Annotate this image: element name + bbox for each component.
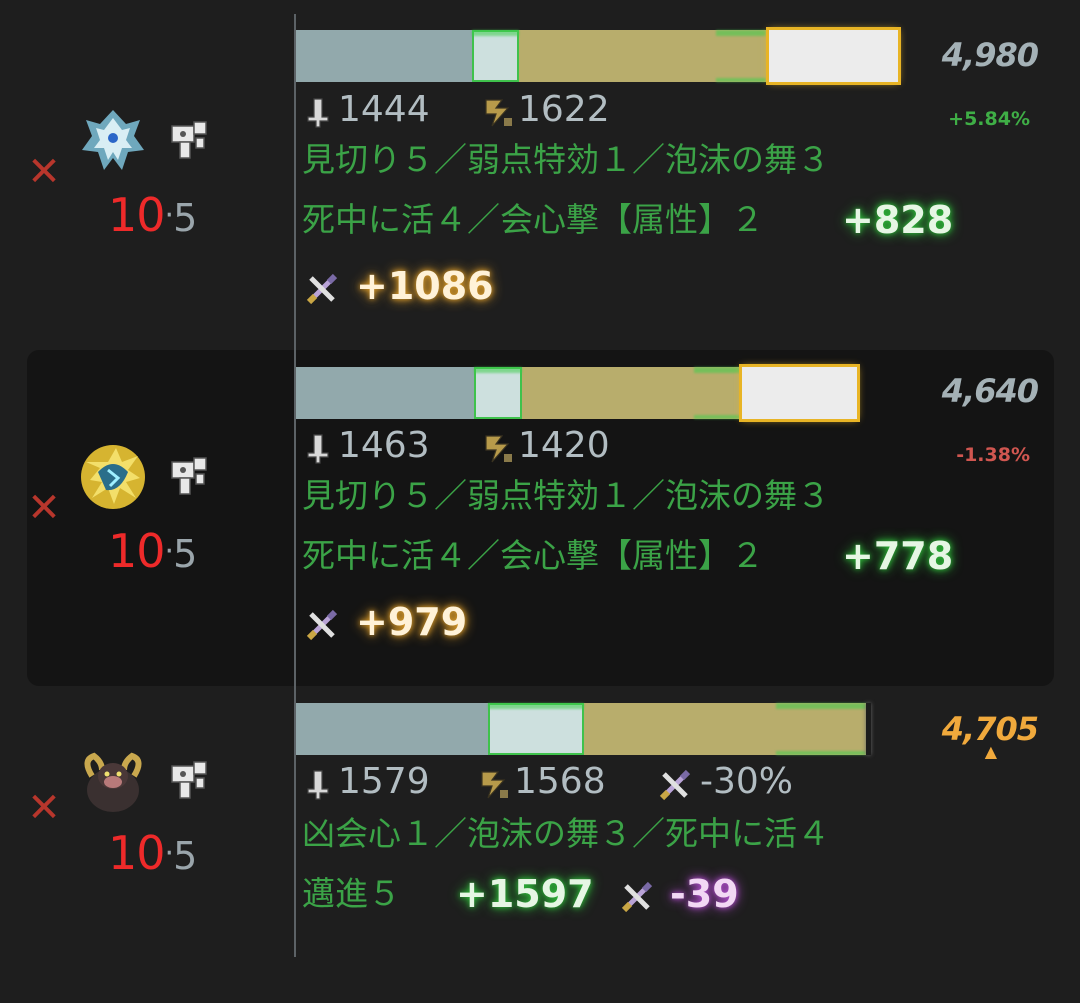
element-crit-segment xyxy=(742,367,857,419)
total-damage: 4,980 xyxy=(941,36,1039,74)
element-crit-glow xyxy=(776,751,866,755)
remove-build-button[interactable]: ✕ xyxy=(24,488,64,528)
skills-line-2: 死中に活４／会心撃【属性】２ xyxy=(302,536,764,575)
bowgun-icon xyxy=(166,118,212,164)
crit-bonus: +828 xyxy=(842,198,954,242)
build-card[interactable]: ✕ 10·5 4,705 ▲ 1579 1568 -30% 凶会心１／泡沫の舞３… xyxy=(0,690,1080,990)
bar-end-cap xyxy=(866,703,871,755)
element-crit-segment xyxy=(769,30,898,82)
hunter-rank: 10·5 xyxy=(108,188,197,242)
column-divider xyxy=(294,14,296,957)
remove-build-button[interactable]: ✕ xyxy=(24,788,64,828)
element-crit-glow xyxy=(694,367,742,373)
skills-line-2: 邁進５ xyxy=(302,874,401,913)
crit-value: 1420 xyxy=(518,425,610,466)
crit-icon xyxy=(478,768,512,802)
skills-line-1: 見切り５／弱点特効１／泡沫の舞３ xyxy=(302,140,830,179)
monster-icon xyxy=(82,110,144,170)
element-crit-glow xyxy=(716,30,766,36)
element-segment xyxy=(584,703,866,755)
crit-icon xyxy=(482,432,516,466)
remove-build-button[interactable]: ✕ xyxy=(24,152,64,192)
crit-glow xyxy=(474,367,522,373)
build-card[interactable]: ✕ 10·5 4,640 -1.38% 1463 1420 見切り５／弱点特効１… xyxy=(0,350,1080,686)
hunter-rank: 10·5 xyxy=(108,826,197,880)
total-damage: 4,640 xyxy=(941,372,1039,410)
raw-segment xyxy=(296,367,474,419)
crit-segment xyxy=(488,703,584,755)
element-modifier: -30% xyxy=(700,761,794,802)
bowgun-icon xyxy=(166,454,212,500)
element-bonus: +1086 xyxy=(356,264,494,308)
bowgun-icon xyxy=(166,758,212,804)
crit-glow xyxy=(488,703,584,709)
crit-bonus: +778 xyxy=(842,534,954,578)
element-segment xyxy=(519,30,769,82)
element-crit-glow xyxy=(694,415,742,419)
raw-attack-icon xyxy=(302,768,336,802)
raw-attack-icon xyxy=(302,96,336,130)
element-crit-glow xyxy=(716,78,766,82)
hunter-rank: 10·5 xyxy=(108,524,197,578)
monster-icon xyxy=(81,445,145,509)
crit-value: 1568 xyxy=(514,761,606,802)
monster-icon xyxy=(84,752,142,812)
element-crit-icon xyxy=(620,880,654,914)
raw-segment xyxy=(296,703,488,755)
crit-icon xyxy=(482,96,516,130)
crit-value: 1622 xyxy=(518,89,610,130)
element-bonus: +979 xyxy=(356,600,468,644)
element-crit-icon xyxy=(658,768,692,802)
raw-attack-icon xyxy=(302,432,336,466)
element-crit-icon xyxy=(305,608,339,642)
build-card[interactable]: ✕ 10·5 4,980 +5.84% 1444 1622 見切り５／弱点特効１… xyxy=(0,14,1080,344)
best-marker-icon: ▲ xyxy=(984,742,997,761)
percent-diff: +5.84% xyxy=(948,108,1030,130)
element-crit-icon xyxy=(305,272,339,306)
crit-segment xyxy=(472,30,519,82)
crit-segment xyxy=(474,367,522,419)
percent-diff: -1.38% xyxy=(956,444,1030,466)
raw-value: 1579 xyxy=(338,761,430,802)
element-segment xyxy=(522,367,742,419)
raw-segment xyxy=(296,30,472,82)
skills-line-1: 凶会心１／泡沫の舞３／死中に活４ xyxy=(302,814,830,853)
element-bonus: -39 xyxy=(670,872,739,916)
crit-glow xyxy=(472,30,519,36)
crit-bonus: +1597 xyxy=(456,872,594,916)
skills-line-2: 死中に活４／会心撃【属性】２ xyxy=(302,200,764,239)
raw-value: 1463 xyxy=(338,425,430,466)
skills-line-1: 見切り５／弱点特効１／泡沫の舞３ xyxy=(302,476,830,515)
element-crit-glow xyxy=(776,703,866,709)
raw-value: 1444 xyxy=(338,89,430,130)
